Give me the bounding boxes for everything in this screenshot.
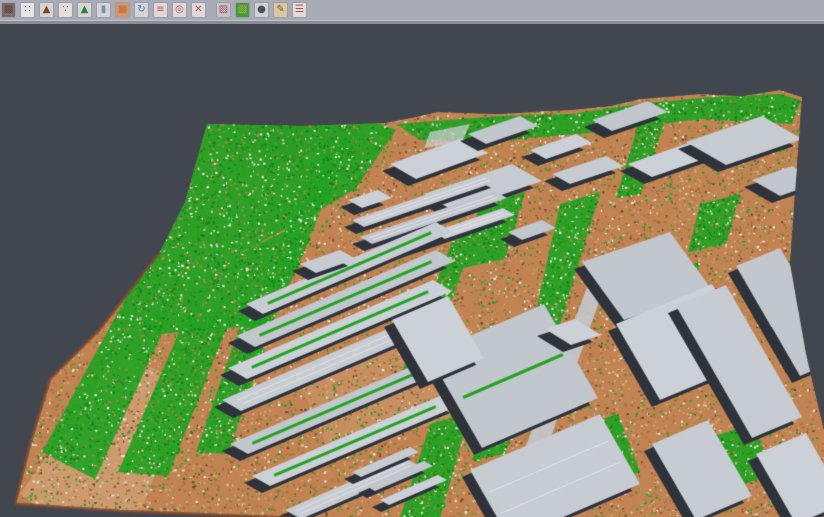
- blue-column-icon[interactable]: ▮: [97, 3, 110, 17]
- orange-square-icon[interactable]: ■: [116, 3, 129, 17]
- dark-sphere-icon[interactable]: ●: [255, 3, 268, 17]
- red-cross-icon[interactable]: ✕: [192, 3, 205, 17]
- 3d-viewport[interactable]: [0, 24, 824, 517]
- classification-map-icon[interactable]: ▧: [236, 3, 249, 17]
- annotation-icon[interactable]: ✎: [274, 3, 287, 17]
- red-stripes-icon[interactable]: ☰: [293, 3, 306, 17]
- terrain-mound-icon[interactable]: ▲: [40, 3, 53, 17]
- checkered-square-icon[interactable]: ▨: [217, 3, 230, 17]
- colored-points-icon[interactable]: ∷: [21, 3, 34, 17]
- application-window: ▩ ∷ ▲ ∵ ▲ ▮ ■ ↻ ≡ ◎ ✕ ▨ ▧ ● ✎ ☰: [0, 0, 824, 517]
- vegetation-mound-icon[interactable]: ▲: [78, 3, 91, 17]
- red-circle-icon[interactable]: ◎: [173, 3, 186, 17]
- sparse-points-icon[interactable]: ∵: [59, 3, 72, 17]
- textured-square-icon[interactable]: ▩: [2, 3, 15, 17]
- toolbar: ▩ ∷ ▲ ∵ ▲ ▮ ■ ↻ ≡ ◎ ✕ ▨ ▧ ● ✎ ☰: [0, 0, 824, 20]
- blue-orbit-icon[interactable]: ↻: [135, 3, 148, 17]
- red-lines-icon[interactable]: ≡: [154, 3, 167, 17]
